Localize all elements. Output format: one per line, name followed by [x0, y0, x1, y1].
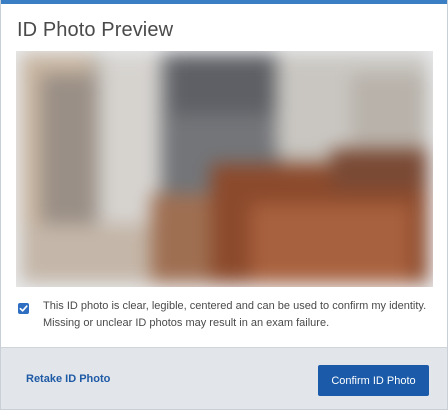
dialog-title: ID Photo Preview	[17, 19, 174, 41]
id-photo-dialog: ID Photo Preview This ID photo is clear,…	[0, 0, 448, 410]
confirm-photo-button[interactable]: Confirm ID Photo	[318, 365, 429, 396]
consent-text: This ID photo is clear, legible, centere…	[43, 300, 427, 329]
id-photo-image	[21, 54, 428, 283]
dialog-footer: Retake ID Photo Confirm ID Photo	[1, 347, 447, 409]
consent-checkbox[interactable]	[18, 303, 29, 314]
id-photo-preview	[16, 51, 433, 287]
retake-photo-link[interactable]: Retake ID Photo	[26, 373, 110, 385]
dialog-accent-bar	[1, 0, 447, 4]
checkmark-icon	[19, 305, 28, 312]
